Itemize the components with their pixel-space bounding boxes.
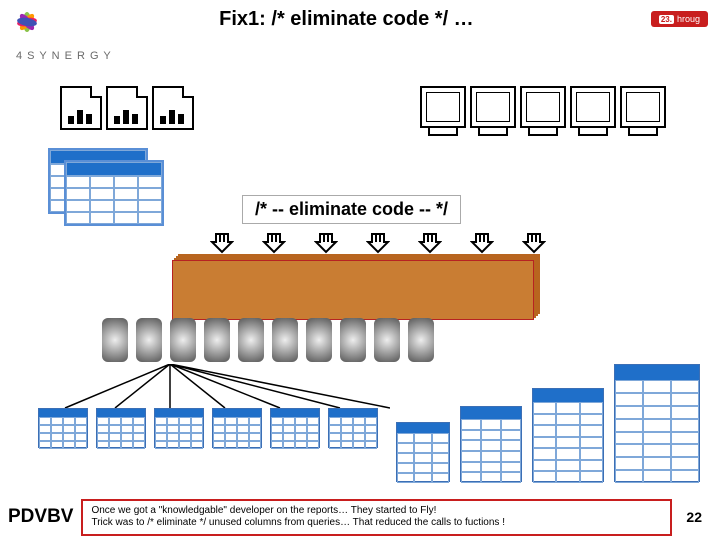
binoculars-icon [236,318,300,362]
table-icon [614,364,700,482]
down-arrow-icon [470,232,494,254]
footer: PDVBV Once we got a "knowledgable" devel… [0,494,720,540]
synergy-text: 4 S Y N E R G Y [16,50,112,62]
down-arrow-icon [210,232,234,254]
arrows-row [210,232,546,254]
blue-table-stack [48,148,168,228]
terminals-row [420,86,666,128]
hroug-badge-icon: 23. hroug [651,11,708,27]
report-doc-icon [106,86,148,130]
table-icon [532,388,604,482]
table-icon [460,406,522,482]
down-arrow-icon [522,232,546,254]
slide: Fix1: /* eliminate code */ … 23. hroug 4… [0,0,720,540]
package-boxes-icon [172,260,534,320]
author-label: PDVBV [8,506,73,528]
left-logos [12,4,42,34]
down-arrow-icon [366,232,390,254]
binoculars-icon [100,318,164,362]
mini-table-icon [212,408,262,448]
mini-table-icon [38,408,88,448]
mini-table-icon [328,408,378,448]
binoculars-icon [372,318,436,362]
down-arrow-icon [418,232,442,254]
down-arrow-icon [262,232,286,254]
report-doc-icon [152,86,194,130]
branch-lines-icon [60,364,390,410]
growing-tables-row [396,364,700,482]
notes-line-1: Once we got a "knowledgable" developer o… [91,505,662,518]
report-doc-icon [60,86,102,130]
binoculars-icon [168,318,232,362]
mini-tables-row [38,408,378,448]
table-icon [396,422,450,482]
mini-table-icon [270,408,320,448]
binoculars-icon [304,318,368,362]
hroug-text: hroug [677,14,700,24]
binoculars-row [100,318,436,362]
report-docs-row [60,86,194,130]
notes-line-2: Trick was to /* eliminate */ unused colu… [91,517,662,530]
down-arrow-icon [314,232,338,254]
terminal-icon [520,86,566,128]
terminal-icon [470,86,516,128]
mini-table-icon [96,408,146,448]
flower-logo-icon [12,4,42,34]
terminal-icon [620,86,666,128]
eliminate-code-label: /* -- eliminate code -- */ [242,195,461,224]
mini-table-icon [154,408,204,448]
page-number: 22 [686,509,702,525]
header: Fix1: /* eliminate code */ … 23. hroug [0,0,720,34]
slide-title: Fix1: /* eliminate code */ … [42,8,651,31]
terminal-icon [420,86,466,128]
notes-box: Once we got a "knowledgable" developer o… [81,499,672,536]
terminal-icon [570,86,616,128]
